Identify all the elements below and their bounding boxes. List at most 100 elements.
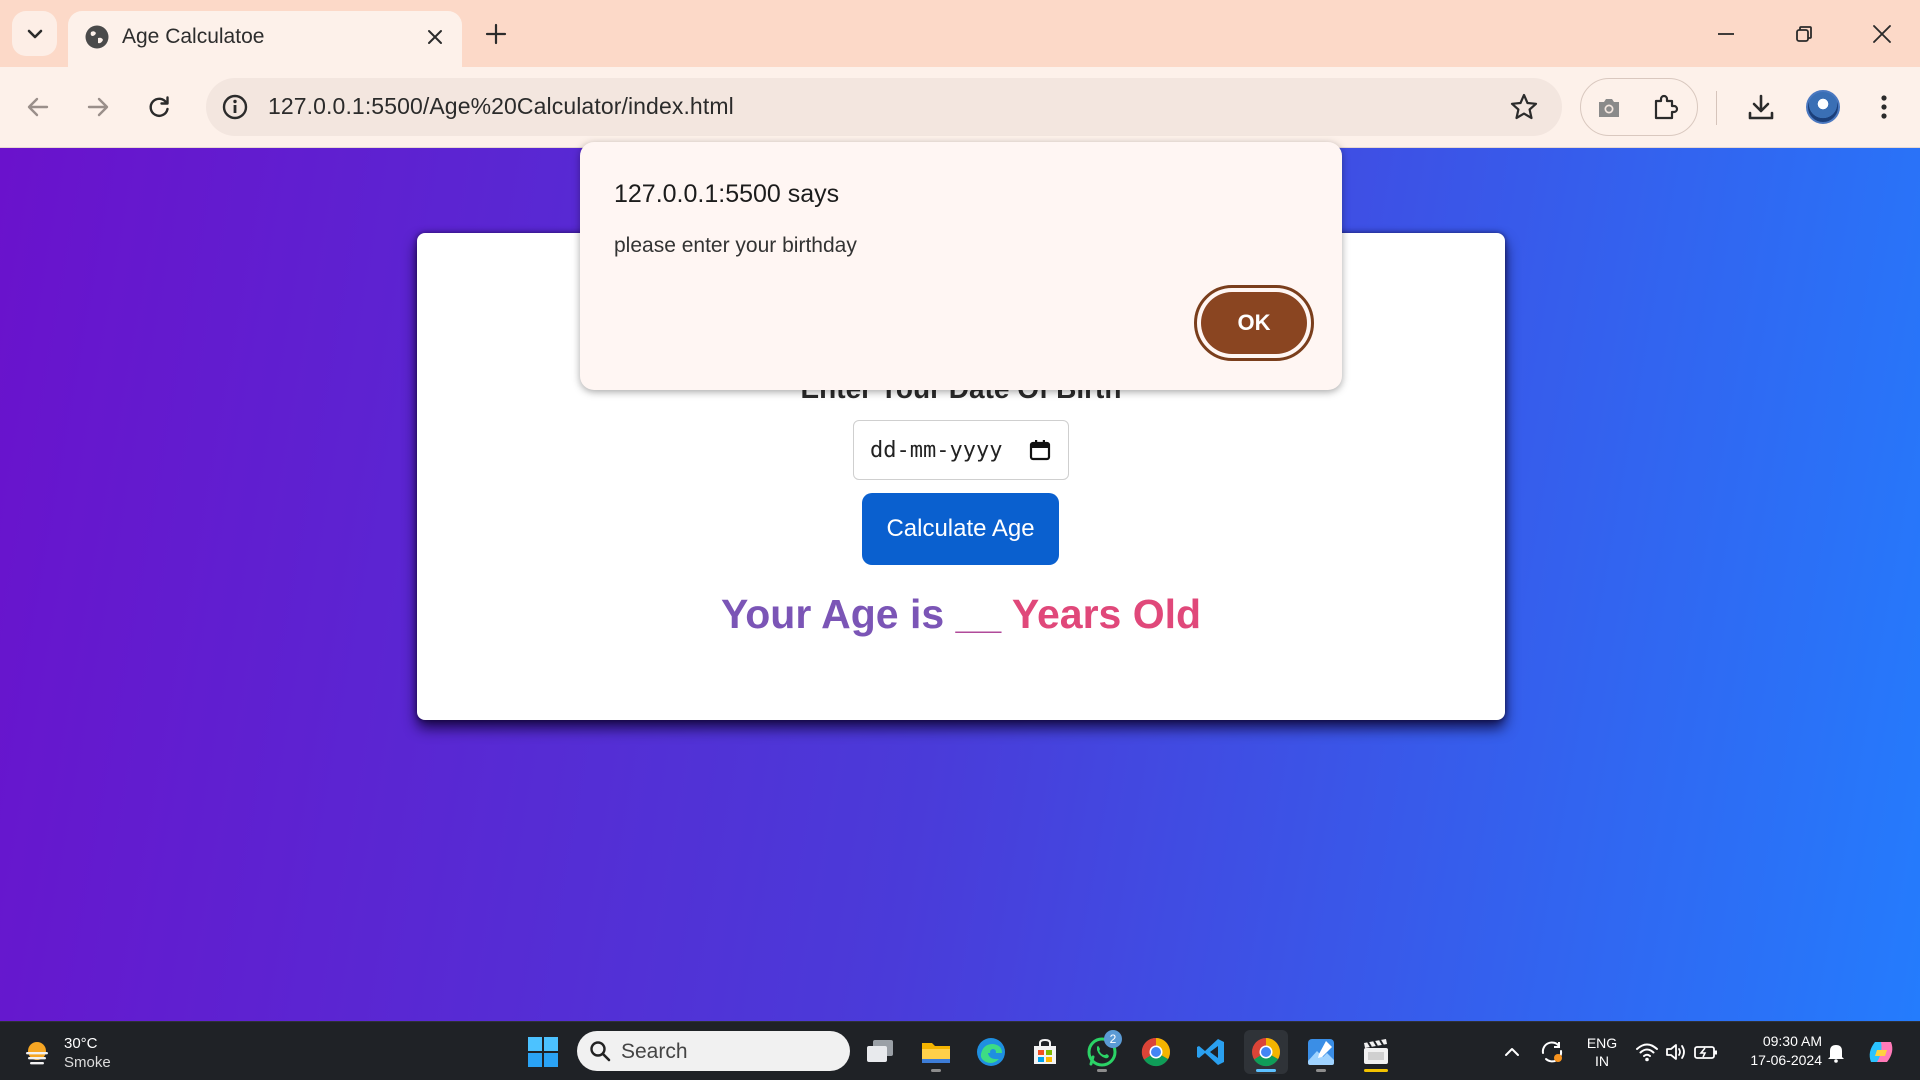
wifi-icon — [1636, 1043, 1658, 1062]
running-indicator — [1316, 1069, 1326, 1072]
search-label: Search — [621, 1040, 688, 1063]
weather-condition: Smoke — [64, 1054, 111, 1071]
speaker-icon — [1666, 1044, 1685, 1060]
calendar-icon[interactable] — [1028, 438, 1052, 462]
hazy-sun-icon — [26, 1042, 48, 1065]
notifications-button[interactable] — [1822, 1038, 1850, 1066]
clock-time: 09:30 AM — [1762, 1033, 1822, 1049]
taskbar-whatsapp[interactable]: 2 — [1080, 1030, 1124, 1074]
language-region: IN — [1595, 1053, 1609, 1069]
plus-icon — [485, 23, 507, 45]
close-icon — [428, 30, 442, 44]
ok-button-label: OK — [1201, 292, 1307, 354]
tab-search-button[interactable] — [12, 11, 57, 56]
battery-icon — [1694, 1046, 1717, 1059]
language-code: ENG — [1586, 1035, 1618, 1051]
minimize-button[interactable] — [1702, 14, 1750, 54]
clapperboard-icon — [1364, 1039, 1388, 1064]
close-window-button[interactable] — [1858, 14, 1906, 54]
browser-toolbar: 127.0.0.1:5500/Age%20Calculator/index.ht… — [0, 67, 1920, 148]
taskbar-file-explorer[interactable] — [914, 1030, 958, 1074]
vscode-icon — [1197, 1039, 1224, 1065]
result-prefix: Your Age is — [720, 591, 945, 637]
reload-button[interactable] — [137, 85, 181, 129]
taskbar-vscode[interactable] — [1189, 1030, 1233, 1074]
alert-dialog: 127.0.0.1:5500 says please enter your bi… — [580, 142, 1342, 390]
search-icon — [590, 1041, 611, 1062]
age-result: Your Age is __ Years Old — [417, 591, 1505, 638]
address-bar[interactable]: 127.0.0.1:5500/Age%20Calculator/index.ht… — [206, 78, 1562, 136]
show-hidden-icons-button[interactable] — [1498, 1038, 1526, 1066]
back-button[interactable] — [16, 85, 60, 129]
info-icon[interactable] — [220, 92, 250, 122]
new-tab-button[interactable] — [478, 16, 514, 52]
input-language-indicator[interactable]: ENG IN — [1580, 1034, 1624, 1070]
store-icon — [1034, 1038, 1056, 1064]
forward-button[interactable] — [76, 85, 120, 129]
download-icon — [1748, 94, 1774, 120]
result-suffix: Years Old — [1011, 591, 1202, 637]
taskbar-store[interactable] — [1023, 1030, 1067, 1074]
task-view-icon — [867, 1040, 893, 1062]
weather-temperature: 30°C — [64, 1035, 98, 1052]
taskbar-search-box[interactable]: Search — [577, 1031, 850, 1071]
url-text[interactable]: 127.0.0.1:5500/Age%20Calculator/index.ht… — [268, 93, 734, 120]
sync-icon — [1541, 1041, 1563, 1063]
tab-title: Age Calculatoe — [122, 25, 265, 48]
taskbar-task-view[interactable] — [858, 1030, 902, 1074]
taskbar-chrome[interactable] — [1134, 1030, 1178, 1074]
bell-icon — [1828, 1045, 1844, 1063]
browser-tab-active[interactable]: Age Calculatoe — [68, 11, 462, 67]
browser-menu-button[interactable] — [1864, 87, 1904, 127]
kebab-menu-icon — [1881, 95, 1887, 119]
bookmark-star-icon[interactable] — [1508, 91, 1540, 123]
running-indicator — [1097, 1069, 1107, 1072]
wifi-status[interactable] — [1633, 1038, 1661, 1066]
weather-widget[interactable]: 30°C Smoke — [20, 1032, 160, 1072]
whatsapp-notification-badge: 2 — [1104, 1030, 1122, 1048]
windows-start-icon[interactable] — [526, 1035, 560, 1069]
taskbar-edge[interactable] — [969, 1030, 1013, 1074]
folder-icon — [922, 1043, 950, 1063]
close-icon — [1873, 25, 1891, 43]
active-indicator — [1256, 1069, 1276, 1072]
taskbar: 30°C Smoke Search 2 ENG IN 09:30 AM 17-0… — [0, 1021, 1920, 1080]
restore-icon — [1796, 26, 1812, 42]
chevron-down-icon — [27, 29, 42, 38]
taskbar-clapper-app[interactable] — [1354, 1030, 1398, 1074]
camera-icon[interactable] — [1593, 92, 1625, 124]
arrow-right-icon — [87, 97, 109, 117]
taskbar-chrome-active[interactable] — [1244, 1030, 1288, 1074]
minimize-icon — [1718, 33, 1734, 35]
chrome-icon — [1252, 1038, 1280, 1067]
volume-status[interactable] — [1662, 1038, 1690, 1066]
chevron-up-icon — [1505, 1048, 1519, 1056]
sync-status-button[interactable] — [1538, 1038, 1566, 1066]
profile-avatar[interactable] — [1806, 90, 1840, 124]
running-indicator — [931, 1069, 941, 1072]
chrome-icon — [1141, 1037, 1170, 1067]
battery-status[interactable] — [1692, 1038, 1720, 1066]
date-of-birth-input[interactable]: dd-mm-yyyy — [853, 420, 1069, 480]
photos-icon — [1308, 1039, 1334, 1065]
copilot-button[interactable] — [1864, 1035, 1898, 1069]
downloads-button[interactable] — [1741, 87, 1781, 127]
restore-button[interactable] — [1780, 14, 1828, 54]
arrow-left-icon — [27, 97, 49, 117]
dialog-title: 127.0.0.1:5500 says — [614, 180, 840, 208]
running-indicator — [1364, 1069, 1388, 1072]
taskbar-photos[interactable] — [1299, 1030, 1343, 1074]
clock-date: 17-06-2024 — [1750, 1052, 1822, 1068]
calculate-age-button[interactable]: Calculate Age — [862, 493, 1059, 565]
extensions-puzzle-icon[interactable] — [1649, 92, 1681, 124]
dialog-message: please enter your birthday — [614, 234, 857, 257]
system-clock[interactable]: 09:30 AM 17-06-2024 — [1730, 1032, 1822, 1070]
dialog-ok-button[interactable]: OK — [1194, 285, 1314, 361]
toolbar-divider — [1716, 91, 1717, 125]
tab-close-button[interactable] — [420, 22, 450, 52]
globe-icon — [85, 25, 109, 49]
edge-browser-icon — [977, 1038, 1005, 1066]
copilot-icon — [1869, 1042, 1893, 1062]
extensions-group — [1580, 78, 1698, 136]
tab-strip: Age Calculatoe — [0, 0, 1920, 67]
